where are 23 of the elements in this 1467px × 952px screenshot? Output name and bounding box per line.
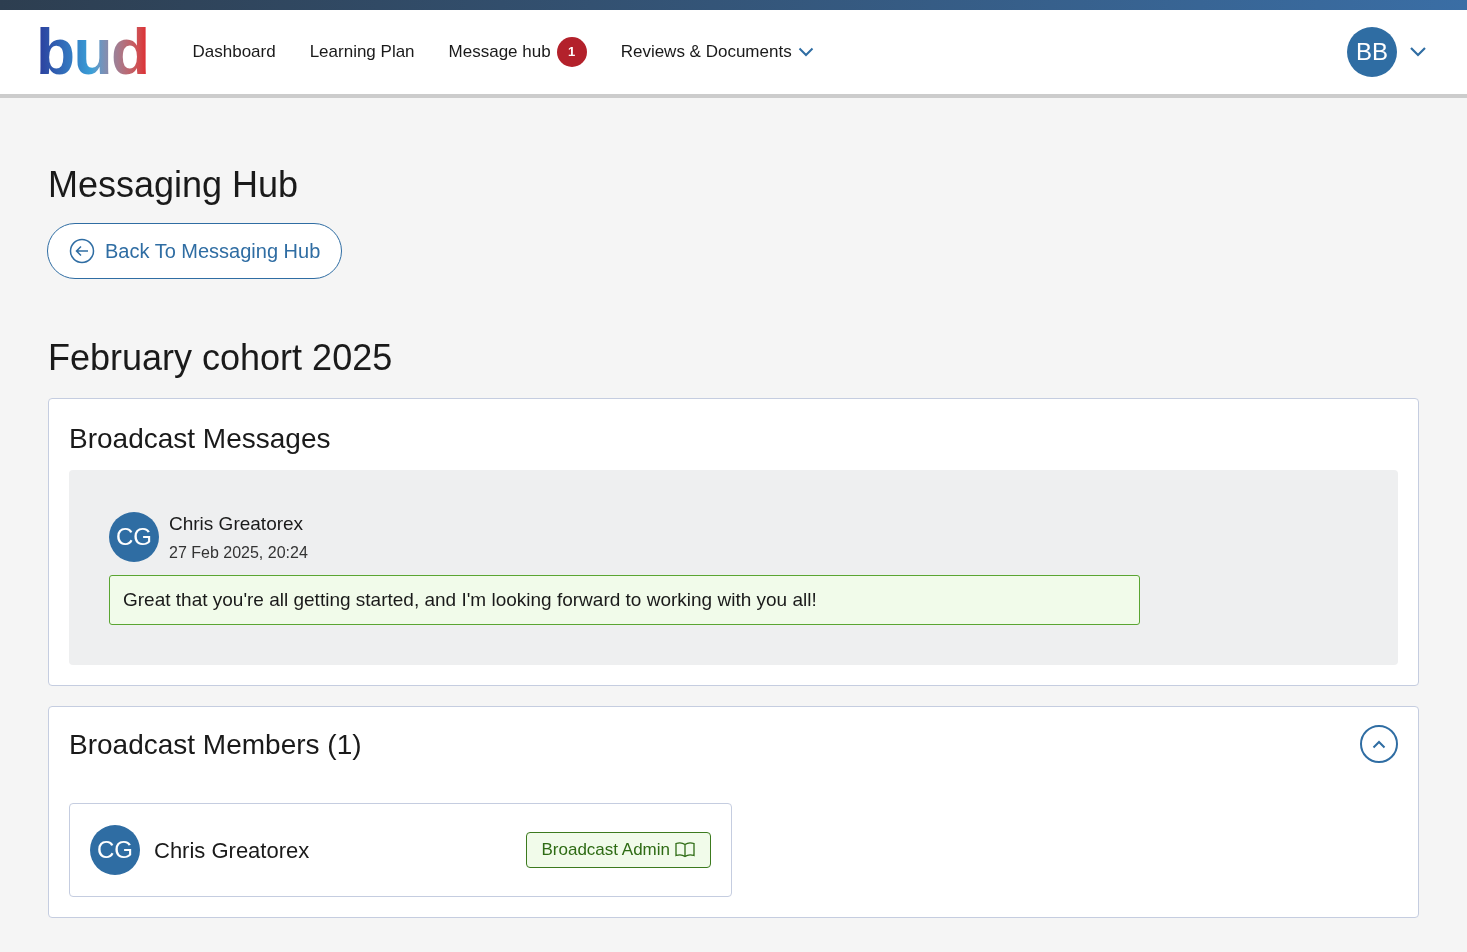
user-avatar[interactable]: BB (1347, 27, 1397, 77)
collapse-button[interactable] (1360, 725, 1398, 763)
panel-title: Broadcast Messages (69, 422, 332, 456)
chevron-up-icon (1372, 739, 1386, 749)
chevron-down-icon[interactable] (1409, 46, 1427, 58)
member-avatar: CG (90, 825, 140, 875)
member-name: Chris Greatorex (154, 836, 310, 865)
nav-link[interactable]: Reviews & Documents (620, 39, 814, 65)
nav-link[interactable]: Message hub 1 (448, 37, 587, 67)
message-time: 27 Feb 2025, 20:24 (169, 542, 308, 563)
role-tag: Broadcast Admin (526, 832, 711, 868)
page-title: Messaging Hub (48, 163, 300, 207)
chevron-down-icon (797, 47, 814, 57)
back-button[interactable]: Back To Messaging Hub (47, 223, 343, 279)
author-name: Chris Greatorex (169, 512, 305, 536)
message-text: Great that you're all getting started, and I'm looking forward to working with you all! (109, 574, 1140, 625)
group-title: February cohort 2025 (48, 336, 394, 380)
panel-title: Broadcast Members (1) (69, 727, 362, 762)
nav-link[interactable]: Learning Plan (309, 39, 415, 65)
notification-badge: 1 (556, 37, 587, 67)
nav-link[interactable]: Dashboard (192, 39, 276, 65)
author-avatar: CG (109, 512, 159, 563)
book-icon (674, 841, 696, 859)
